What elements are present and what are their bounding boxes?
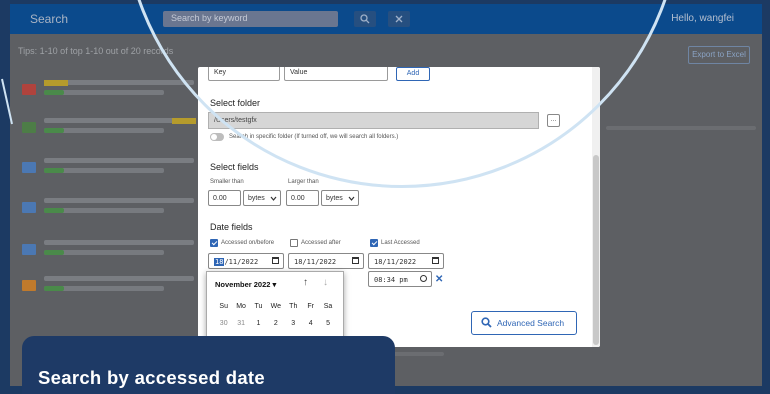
calendar-icon[interactable] — [352, 257, 359, 264]
keyword-highlight — [172, 118, 196, 124]
date-rest: /11/2022 — [224, 258, 259, 266]
result-row[interactable] — [22, 194, 202, 224]
next-month-arrow-icon[interactable]: ↓ — [323, 277, 328, 288]
weekday-label: Tu — [254, 303, 263, 310]
doc-file-icon — [22, 162, 36, 173]
accessed-before-date-input[interactable]: 18/11/2022 — [208, 253, 284, 269]
calendar-week: 30 31 1 2 3 4 5 — [215, 315, 337, 332]
clock-icon[interactable] — [420, 275, 427, 282]
ppt-file-icon — [22, 280, 36, 291]
specific-folder-toggle[interactable] — [210, 133, 224, 141]
result-row[interactable] — [22, 272, 202, 302]
row-title-placeholder — [44, 276, 194, 281]
weekday-header: Su Mo Tu We Th Fr Sa — [215, 298, 337, 315]
pdf-file-icon — [22, 84, 36, 95]
calendar-day[interactable]: 3 — [285, 315, 302, 332]
doc-file-icon — [22, 244, 36, 255]
selected-day-segment: 18 — [214, 258, 225, 266]
calendar-icon[interactable] — [432, 257, 439, 264]
doc-file-icon — [22, 202, 36, 213]
smaller-unit-value: bytes — [248, 195, 265, 202]
caption-text: Search by accessed date — [38, 367, 265, 388]
row-tag — [44, 208, 64, 213]
caption-callout: Search by accessed date — [22, 336, 395, 394]
accessed-after-date-input[interactable]: 18/11/2022 — [288, 253, 364, 269]
date-value: 18/11/2022 — [374, 258, 417, 266]
month-selector[interactable]: November 2022 ▾ — [215, 280, 276, 289]
last-accessed-checkbox[interactable] — [370, 239, 378, 247]
calendar-icon[interactable] — [272, 257, 279, 264]
smaller-than-input[interactable]: 0.00 — [208, 190, 241, 206]
weekday-label: Th — [289, 303, 298, 310]
row-title-placeholder — [44, 240, 194, 245]
advanced-search-label: Advanced Search — [497, 318, 565, 328]
result-row[interactable] — [22, 114, 202, 144]
result-row[interactable] — [22, 236, 202, 266]
select-fields-heading: Select fields — [210, 162, 259, 172]
user-greeting[interactable]: Hello, wangfei — [671, 13, 734, 24]
previous-month-arrow-icon[interactable]: ↑ — [303, 277, 308, 288]
toggle-knob — [211, 134, 217, 140]
results-info: Tips: 1-10 of top 1-10 out of 20 records — [18, 46, 174, 56]
last-accessed-label: Last Accessed — [381, 240, 420, 246]
clear-time-icon[interactable]: ✕ — [435, 274, 443, 285]
result-row[interactable] — [22, 76, 202, 106]
larger-unit-select[interactable]: bytes — [321, 190, 359, 206]
date-fields-heading: Date fields — [210, 222, 253, 232]
row-title-placeholder — [44, 198, 194, 203]
search-icon — [481, 317, 492, 328]
smaller-than-label: Smaller than — [210, 179, 244, 185]
row-tag — [44, 168, 64, 173]
weekday-label: Su — [219, 303, 228, 310]
calendar-day[interactable]: 2 — [267, 315, 284, 332]
accessed-before-label: Accessed on/before — [221, 240, 275, 246]
weekday-label: Sa — [323, 303, 333, 310]
chevron-down-icon — [270, 196, 277, 201]
last-accessed-date-input[interactable]: 18/11/2022 — [368, 253, 444, 269]
accessed-after-checkbox[interactable] — [290, 239, 298, 247]
weekday-label: Mo — [236, 303, 246, 310]
accessed-after-label: Accessed after — [301, 240, 341, 246]
app-brand: Search — [30, 12, 69, 26]
row-tag — [44, 250, 64, 255]
row-tag — [44, 90, 64, 95]
time-value: 08:34 pm — [374, 276, 408, 284]
chevron-down-icon — [348, 196, 355, 201]
calendar-day[interactable]: 4 — [302, 315, 319, 332]
larger-than-label: Larger than — [288, 179, 319, 185]
accessed-before-checkbox[interactable] — [210, 239, 218, 247]
row-title-placeholder — [44, 158, 194, 163]
date-value: 18/11/2022 — [294, 258, 337, 266]
advanced-search-button[interactable]: Advanced Search — [471, 311, 577, 335]
row-meta-placeholder — [606, 126, 756, 130]
calendar-day[interactable]: 1 — [250, 315, 267, 332]
larger-unit-value: bytes — [326, 195, 343, 202]
pointer-line-icon — [1, 78, 13, 125]
scrollbar-thumb[interactable] — [593, 155, 599, 345]
weekday-label: We — [270, 303, 282, 310]
calendar-day[interactable]: 30 — [215, 315, 232, 332]
export-button[interactable]: Export to Excel — [688, 46, 750, 64]
row-tag — [44, 286, 64, 291]
smaller-unit-select[interactable]: bytes — [243, 190, 281, 206]
calendar-day[interactable]: 5 — [319, 315, 336, 332]
calendar-day[interactable]: 31 — [232, 315, 249, 332]
row-title-placeholder — [44, 118, 179, 123]
weekday-label: Fr — [307, 303, 314, 310]
larger-than-input[interactable]: 0.00 — [286, 190, 319, 206]
row-tag — [44, 128, 64, 133]
keyword-highlight — [44, 80, 68, 86]
last-accessed-time-input[interactable]: 08:34 pm — [368, 271, 432, 287]
result-row[interactable] — [22, 154, 202, 184]
sheet-file-icon — [22, 122, 36, 133]
